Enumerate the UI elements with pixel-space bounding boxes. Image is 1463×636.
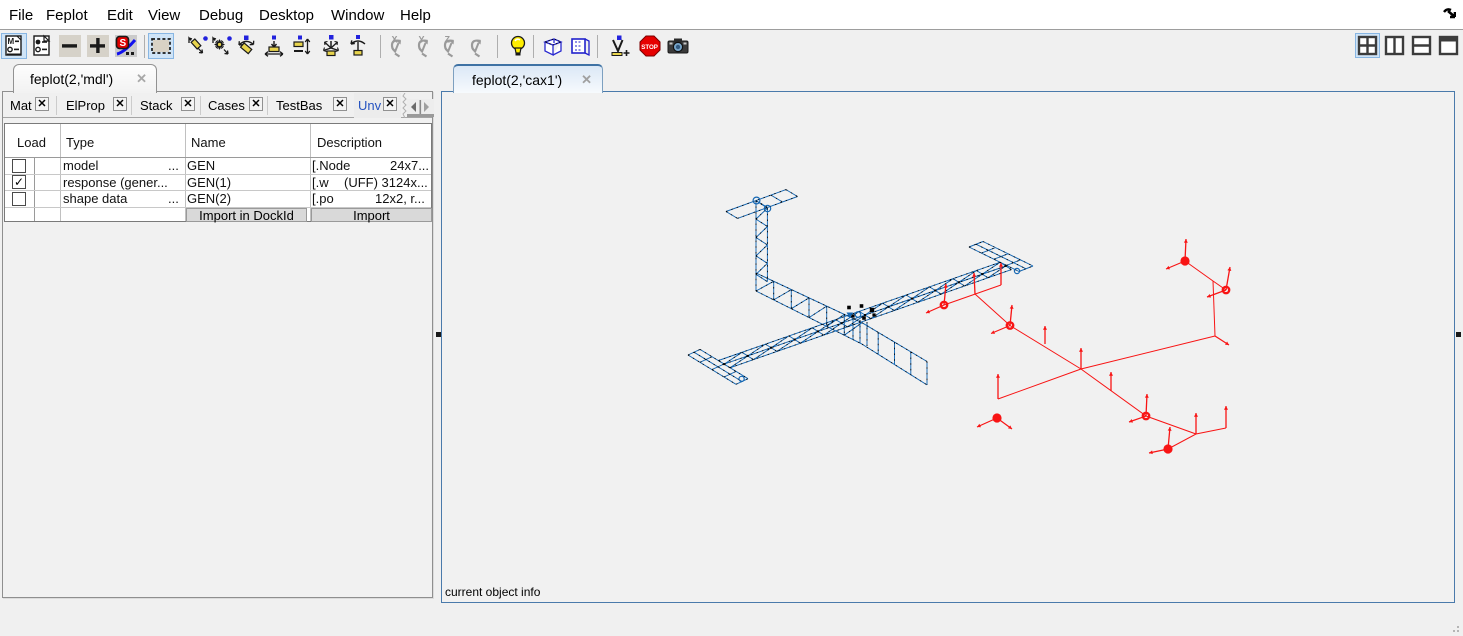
svg-text:S: S bbox=[120, 38, 127, 49]
svg-text:STOP: STOP bbox=[641, 44, 658, 51]
svg-text:M: M bbox=[8, 37, 15, 46]
